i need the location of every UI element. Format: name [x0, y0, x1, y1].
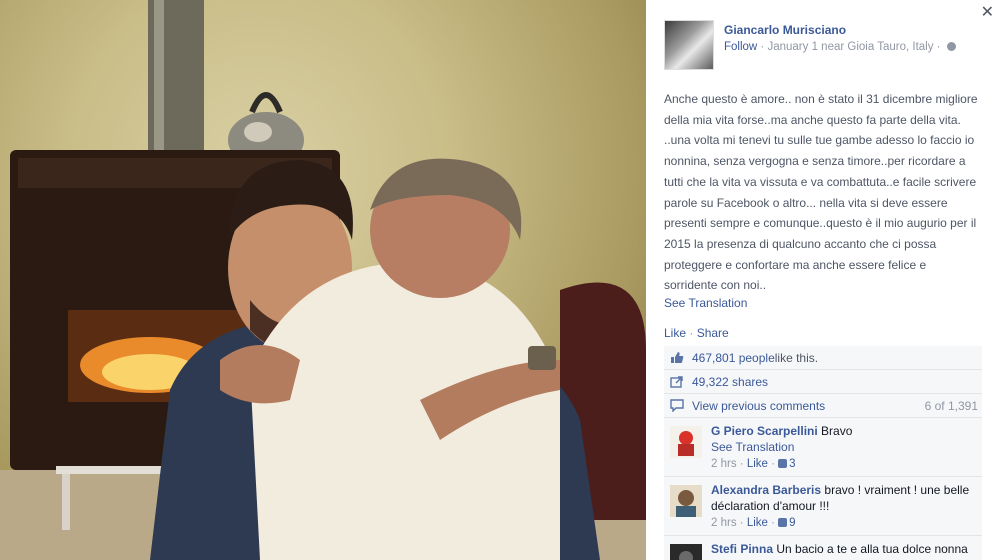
thumbs-up-icon	[671, 352, 684, 363]
feedback-box: 467,801 people like this. 49,322 shares …	[664, 346, 982, 560]
post-header: Giancarlo Murisciano Follow · January 1 …	[664, 20, 956, 70]
comment-text: Bravo	[817, 424, 853, 438]
close-icon[interactable]: ✕	[981, 2, 994, 22]
post-text: Anche questo è amore.. non è stato il 31…	[664, 92, 978, 293]
shares-link[interactable]: 49,322 shares	[692, 375, 768, 389]
likes-count-link[interactable]: 467,801 people	[692, 351, 775, 365]
comment-meta: 2 hrs · Like · 9	[711, 517, 796, 529]
see-translation-link[interactable]: See Translation	[664, 296, 747, 310]
commenter-avatar[interactable]	[670, 426, 702, 458]
comment-time[interactable]: 2 hrs	[711, 517, 737, 529]
commenter-avatar[interactable]	[670, 544, 702, 560]
comment-item: G Piero Scarpellini Bravo See Translatio…	[664, 418, 982, 477]
like-link[interactable]: Like	[664, 326, 686, 340]
comment-time[interactable]: 2 hrs	[711, 458, 737, 470]
comment-like-link[interactable]: Like	[747, 517, 768, 529]
comment-like-link[interactable]: Like	[747, 458, 768, 470]
thumbs-up-icon	[778, 459, 788, 468]
author-name[interactable]: Giancarlo Murisciano	[724, 23, 956, 37]
comment-meta: 2 hrs · Like · 3	[711, 458, 796, 470]
post-actions: Like · Share	[664, 326, 729, 340]
follow-link[interactable]: Follow	[724, 41, 757, 53]
view-previous-row: View previous comments 6 of 1,391	[664, 394, 982, 418]
commenter-name[interactable]: Stefi Pinna	[711, 542, 773, 556]
globe-icon[interactable]	[946, 42, 956, 51]
comment-like-count[interactable]: 3	[789, 458, 795, 470]
comment-icon	[670, 399, 684, 412]
commenter-avatar[interactable]	[670, 485, 702, 517]
comment-range: 6 of 1,391	[924, 398, 978, 413]
share-icon	[670, 376, 683, 388]
photo-image	[0, 0, 646, 560]
share-link[interactable]: Share	[697, 326, 729, 340]
likes-row: 467,801 people like this.	[664, 346, 982, 370]
shares-row: 49,322 shares	[664, 370, 982, 394]
thumbs-up-icon	[778, 518, 788, 527]
comment-item: Alexandra Barberis bravo ! vraiment ! un…	[664, 477, 982, 536]
comment-see-translation-link[interactable]: See Translation	[711, 440, 794, 454]
view-previous-comments-link[interactable]: View previous comments	[692, 399, 825, 413]
author-avatar[interactable]	[664, 20, 714, 70]
post-date-location[interactable]: January 1 near Gioia Tauro, Italy	[767, 41, 933, 53]
post-side-panel: ✕ Giancarlo Murisciano Follow · January …	[646, 0, 1000, 560]
commenter-name[interactable]: Alexandra Barberis	[711, 483, 821, 497]
comment-like-count[interactable]: 9	[789, 517, 795, 529]
comment-item: Stefi Pinna Un bacio a te e alla tua dol…	[664, 536, 982, 560]
commenter-name[interactable]: G Piero Scarpellini	[711, 424, 818, 438]
post-meta: Follow · January 1 near Gioia Tauro, Ita…	[724, 41, 956, 53]
post-photo[interactable]	[0, 0, 646, 560]
